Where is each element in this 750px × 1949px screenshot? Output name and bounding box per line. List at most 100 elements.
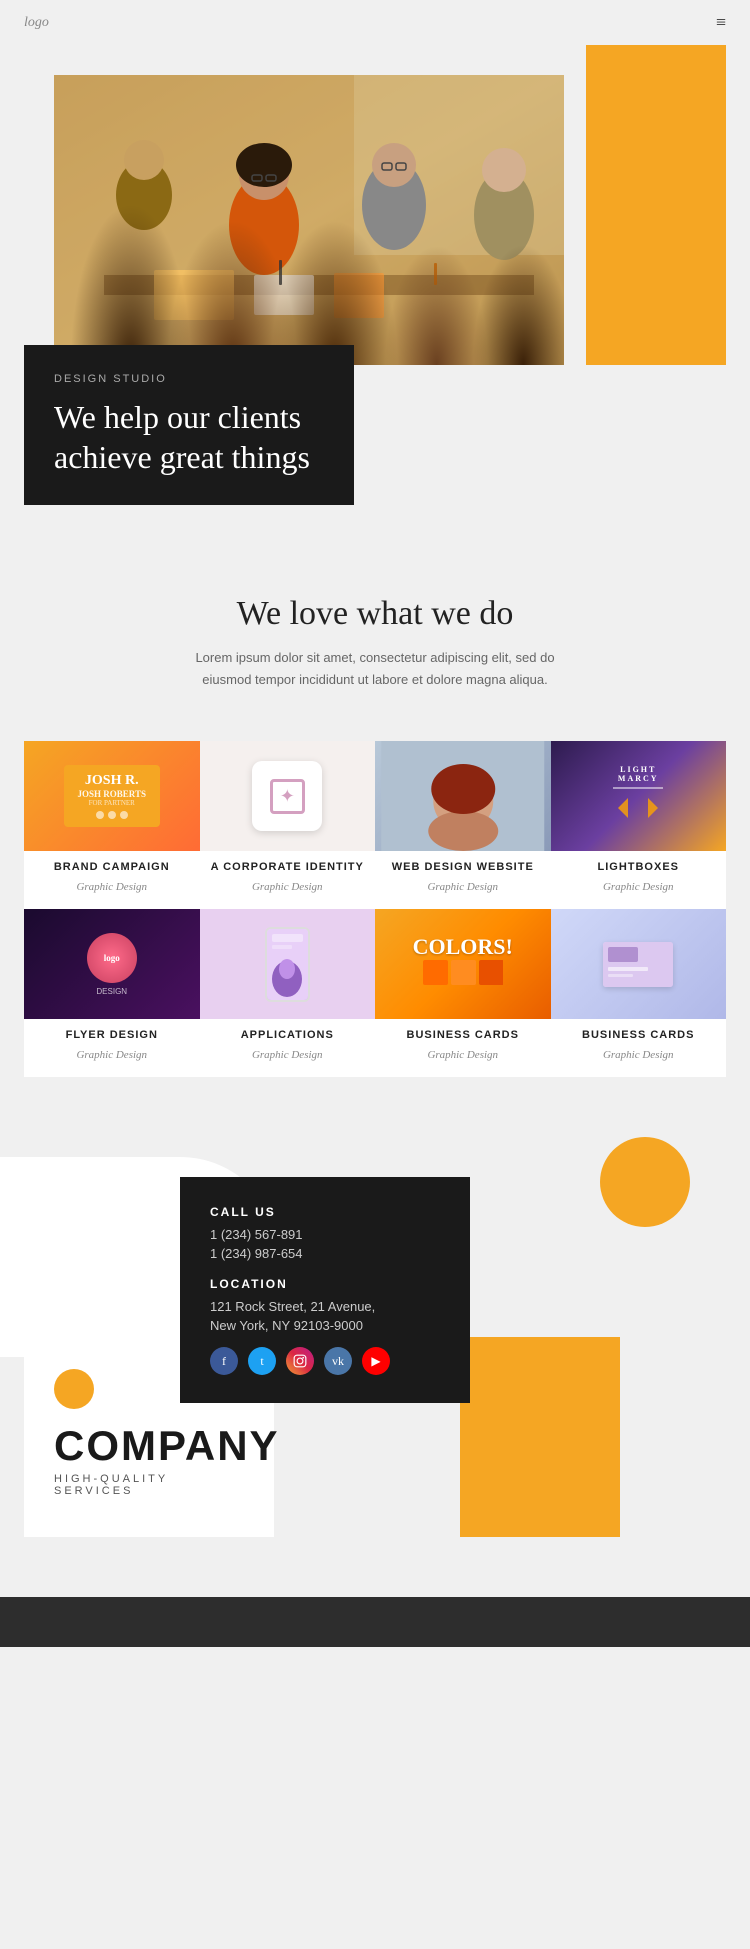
portfolio-thumb-apps <box>200 909 376 1019</box>
biz-card-svg <box>603 942 673 987</box>
business1-content: COLORS! <box>413 934 513 995</box>
portfolio-title-corporate: A CORPORATE IDENTITY <box>210 861 366 873</box>
contact-black-box: CALL US 1 (234) 567-891 1 (234) 987-654 … <box>180 1177 470 1403</box>
portfolio-thumb-flyer: logo DESIGN <box>24 909 200 1019</box>
portfolio-category-business2: Graphic Design <box>603 1049 674 1061</box>
phone-screen-svg <box>267 929 308 1000</box>
portfolio-category-lightboxes: Graphic Design <box>603 881 674 893</box>
portfolio-title-apps: APPLICATIONS <box>210 1029 366 1041</box>
location-label: LOCATION <box>210 1277 440 1291</box>
address-line-2: New York, NY 92103-9000 <box>210 1318 440 1333</box>
twitter-icon[interactable]: t <box>248 1347 276 1375</box>
call-us-label: CALL US <box>210 1205 440 1219</box>
hero-photo-svg <box>54 75 564 365</box>
phone-screen <box>267 929 308 1000</box>
portfolio-item-brand-campaign[interactable]: JOSH R. JOSH ROBERTS FOR PARTNER BRAND C… <box>24 741 200 909</box>
hero-orange-accent <box>586 45 726 365</box>
hero-text-box: DESIGN STUDIO We help our clients achiev… <box>24 345 354 505</box>
portfolio-thumb-lightbox: LIGHT MARCY <box>551 741 727 851</box>
hero-subtitle: DESIGN STUDIO <box>54 373 324 385</box>
portfolio-title-brand: BRAND CAMPAIGN <box>34 861 190 873</box>
flyer-circle: logo <box>87 933 137 983</box>
contact-orange-rect <box>460 1337 620 1537</box>
hero-photo <box>54 75 564 365</box>
brand-role: FOR PARTNER <box>78 799 146 807</box>
portfolio-item-lightboxes[interactable]: LIGHT MARCY LIGHTBOXES Graphic Design <box>551 741 727 909</box>
instagram-svg <box>293 1354 307 1368</box>
phone-2: 1 (234) 987-654 <box>210 1246 440 1261</box>
hero-title: We help our clients achieve great things <box>54 397 324 477</box>
hamburger-menu-icon[interactable]: ≡ <box>716 12 726 33</box>
portfolio-info-business2: BUSINESS CARDS Graphic Design <box>551 1019 727 1077</box>
portfolio-title-flyer: FLYER DESIGN <box>34 1029 190 1041</box>
portfolio-info-lightboxes: LIGHTBOXES Graphic Design <box>551 851 727 909</box>
logo: logo <box>24 15 49 31</box>
lightbox-arrows <box>613 793 663 823</box>
portfolio-thumb-business2 <box>551 909 727 1019</box>
love-body: Lorem ipsum dolor sit amet, consectetur … <box>175 647 575 691</box>
portfolio-info-apps: APPLICATIONS Graphic Design <box>200 1019 376 1077</box>
vk-icon[interactable]: vk <box>324 1347 352 1375</box>
colors-boxes <box>423 960 503 990</box>
portfolio-item-business1[interactable]: COLORS! BUSINESS CARDS Graphic Design <box>375 909 551 1077</box>
lightbox-text-top: LIGHT <box>613 765 663 774</box>
portfolio-item-flyer[interactable]: logo DESIGN FLYER DESIGN Graphic Design <box>24 909 200 1077</box>
brand-social-dots <box>78 811 146 819</box>
brand-card: JOSH R. JOSH ROBERTS FOR PARTNER <box>64 765 160 827</box>
contact-section: CALL US 1 (234) 567-891 1 (234) 987-654 … <box>0 1117 750 1537</box>
portfolio-info-flyer: FLYER DESIGN Graphic Design <box>24 1019 200 1077</box>
portfolio-thumb-web: Contact Us <box>375 741 551 851</box>
youtube-icon[interactable]: ▶ <box>362 1347 390 1375</box>
portfolio-category-flyer: Graphic Design <box>76 1049 147 1061</box>
company-orange-dot <box>54 1369 94 1409</box>
portfolio-title-business1: BUSINESS CARDS <box>385 1029 541 1041</box>
portfolio-category-brand: Graphic Design <box>76 881 147 893</box>
lightbox-divider <box>613 787 663 789</box>
company-tagline: HIGH-QUALITY SERVICES <box>54 1473 244 1497</box>
brand-fullname: JOSH ROBERTS <box>78 789 146 799</box>
portfolio-info-business1: BUSINESS CARDS Graphic Design <box>375 1019 551 1077</box>
hero-photo-inner <box>54 75 564 365</box>
phone-mockup <box>265 927 310 1002</box>
portfolio-info-corporate: A CORPORATE IDENTITY Graphic Design <box>200 851 376 909</box>
header: logo ≡ <box>0 0 750 45</box>
hero-section: DESIGN STUDIO We help our clients achiev… <box>24 45 726 505</box>
dot2 <box>108 811 116 819</box>
web-bg: Contact Us <box>375 741 551 851</box>
lightbox-text-bottom: MARCY <box>613 774 663 783</box>
portfolio-item-web[interactable]: Contact Us WEB DESIGN WEBSITE Graphic De… <box>375 741 551 909</box>
flyer-logo-text: logo <box>104 953 120 963</box>
flyer-small-text: DESIGN <box>87 987 137 996</box>
dot3 <box>120 811 128 819</box>
contact-orange-circle <box>600 1137 690 1227</box>
portfolio-thumb-business1: COLORS! <box>375 909 551 1019</box>
portfolio-info-web: WEB DESIGN WEBSITE Graphic Design <box>375 851 551 909</box>
social-icons-row: f t vk ▶ <box>210 1347 440 1375</box>
web-gradient <box>375 741 551 851</box>
corporate-card: ✦ <box>252 761 322 831</box>
portfolio-item-apps[interactable]: APPLICATIONS Graphic Design <box>200 909 376 1077</box>
address-line-1: 121 Rock Street, 21 Avenue, <box>210 1299 440 1314</box>
company-name: COMPANY <box>54 1425 244 1467</box>
portfolio-item-business2[interactable]: BUSINESS CARDS Graphic Design <box>551 909 727 1077</box>
web-svg <box>375 741 551 851</box>
lightbox-content: LIGHT MARCY <box>613 765 663 828</box>
portfolio-title-lightboxes: LIGHTBOXES <box>561 861 717 873</box>
portfolio-title-web: WEB DESIGN WEBSITE <box>385 861 541 873</box>
portfolio-category-corporate: Graphic Design <box>252 881 323 893</box>
dot1 <box>96 811 104 819</box>
love-section: We love what we do Lorem ipsum dolor sit… <box>0 545 750 721</box>
facebook-icon[interactable]: f <box>210 1347 238 1375</box>
portfolio-category-business1: Graphic Design <box>427 1049 498 1061</box>
portfolio-item-corporate[interactable]: ✦ A CORPORATE IDENTITY Graphic Design <box>200 741 376 909</box>
footer <box>0 1597 750 1647</box>
colors-text: COLORS! <box>413 934 513 960</box>
corporate-icon: ✦ <box>270 779 305 814</box>
business-card-inner <box>603 942 673 987</box>
flyer-content: logo DESIGN <box>87 933 137 996</box>
portfolio-title-business2: BUSINESS CARDS <box>561 1029 717 1041</box>
phone-1: 1 (234) 567-891 <box>210 1227 440 1242</box>
instagram-icon[interactable] <box>286 1347 314 1375</box>
portfolio-thumb-corporate: ✦ <box>200 741 376 851</box>
portfolio-grid: JOSH R. JOSH ROBERTS FOR PARTNER BRAND C… <box>24 741 726 1077</box>
